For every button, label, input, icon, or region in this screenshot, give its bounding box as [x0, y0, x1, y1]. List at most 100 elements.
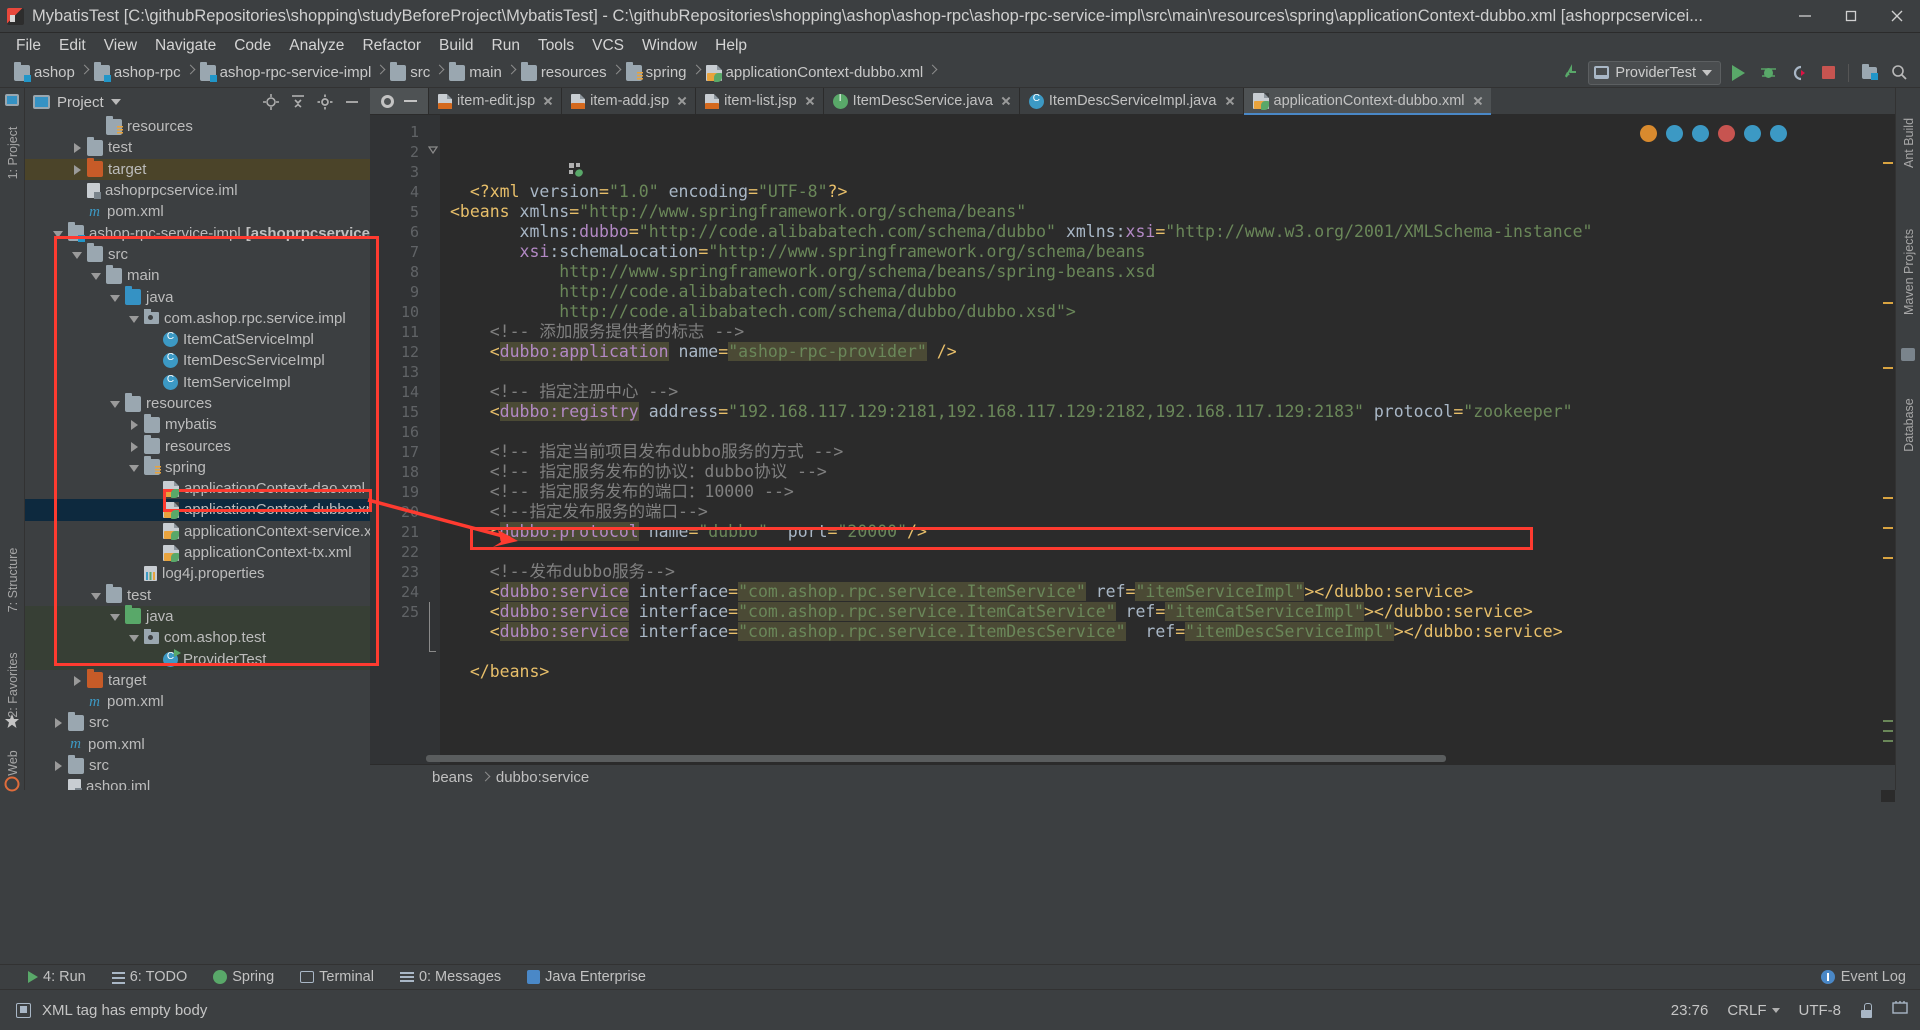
breadcrumb-item-resources[interactable]: resources	[517, 58, 609, 88]
tree-expander-icon[interactable]	[109, 397, 122, 410]
breadcrumb-item-applicationcontext-dubbo-xml[interactable]: applicationContext-dubbo.xml	[702, 58, 926, 88]
tree-expander-icon[interactable]	[52, 759, 65, 772]
bottom-item-terminal[interactable]: Terminal	[300, 969, 374, 985]
close-icon[interactable]	[542, 95, 554, 107]
tree-node[interactable]: ItemCatServiceImpl	[25, 329, 370, 350]
minimize-button[interactable]	[1782, 0, 1828, 33]
code-line[interactable]: <dubbo:service interface="com.ashop.rpc.…	[440, 622, 1895, 642]
close-icon[interactable]	[676, 95, 688, 107]
hint-icon[interactable]	[1692, 125, 1709, 142]
menu-item-navigate[interactable]: Navigate	[146, 35, 225, 57]
sidebar-item-structure[interactable]: 7: Structure	[6, 545, 20, 615]
tree-expander-icon[interactable]	[128, 418, 141, 431]
bottom-item-spring[interactable]: Spring	[213, 969, 274, 985]
tree-node[interactable]: m pom.xml	[25, 201, 370, 222]
maximize-button[interactable]	[1828, 0, 1874, 33]
code-line[interactable]: <!-- 指定当前项目发布dubbo服务的方式 -->	[440, 442, 1895, 462]
code-line[interactable]: <!-- 添加服务提供者的标志 -->	[440, 322, 1895, 342]
tree-node[interactable]: ashoprpcservice.iml	[25, 180, 370, 201]
bottom-item-run[interactable]: 4: Run	[28, 969, 86, 985]
code-line[interactable]	[440, 542, 1895, 562]
code-line[interactable]: xsi:schemaLocation="http://www.springfra…	[440, 242, 1895, 262]
code-line[interactable]: <dubbo:application name="ashop-rpc-provi…	[440, 342, 1895, 362]
tree-node[interactable]: com.ashop.test	[25, 627, 370, 649]
run-configuration-selector[interactable]: ProviderTest	[1588, 60, 1721, 85]
tree-node[interactable]: ashop.iml	[25, 776, 370, 790]
code-line[interactable]: <!-- 指定注册中心 -->	[440, 382, 1895, 402]
caret-position[interactable]: 23:76	[1671, 1002, 1709, 1019]
hide-panel-icon[interactable]	[344, 94, 360, 110]
editor-scrollbar-vertical[interactable]	[1881, 142, 1895, 802]
inspection-marker[interactable]	[1883, 497, 1893, 499]
inspection-marker[interactable]	[1883, 720, 1893, 722]
editor-tab-itemdescserviceimpl-java[interactable]: ItemDescServiceImpl.java	[1018, 88, 1243, 114]
code-line[interactable]: <dubbo:protocol name="dubbo" port="20000…	[440, 522, 1895, 542]
tree-expander-icon[interactable]	[128, 312, 141, 325]
menu-item-tools[interactable]: Tools	[529, 35, 583, 57]
tree-node[interactable]: java	[25, 605, 370, 628]
breadcrumb-item-src[interactable]: src	[386, 58, 432, 88]
spring-bean-gutter-icon[interactable]	[470, 142, 584, 177]
lock-icon[interactable]	[1860, 1002, 1873, 1018]
bottom-item-messages[interactable]: 0: Messages	[399, 969, 501, 985]
tree-node[interactable]: test	[25, 136, 370, 158]
editor-tab-itemdescservice-java[interactable]: ItemDescService.java	[822, 88, 1019, 114]
bottom-item-todo[interactable]: 6: TODO	[111, 969, 187, 985]
tree-node[interactable]: log4j.properties	[25, 563, 370, 584]
sidebar-item-ant-build[interactable]: Ant Build	[1902, 108, 1916, 178]
project-structure-button[interactable]	[1856, 60, 1882, 86]
code-line[interactable]: <!-- 指定服务发布的端口：10000 -->	[440, 482, 1895, 502]
tree-node[interactable]: ProviderTest	[25, 648, 370, 670]
code-line[interactable]: <dubbo:service interface="com.ashop.rpc.…	[440, 602, 1895, 622]
inspection-marker[interactable]	[1883, 730, 1893, 732]
tree-node[interactable]: ItemServiceImpl	[25, 372, 370, 393]
menu-item-code[interactable]: Code	[225, 35, 280, 57]
sidebar-item-favorites[interactable]: 2: Favorites	[6, 650, 20, 720]
inspection-marker[interactable]	[1883, 302, 1893, 304]
inspection-marker[interactable]	[1883, 162, 1893, 164]
editor-tab-item-add-jsp[interactable]: item-add.jsp	[561, 88, 696, 114]
code-line[interactable]	[440, 362, 1895, 382]
tree-node[interactable]: main	[25, 264, 370, 286]
menu-item-window[interactable]: Window	[633, 35, 706, 57]
stop-button[interactable]	[1815, 60, 1841, 86]
tree-expander-icon[interactable]	[128, 440, 141, 453]
breadcrumb-item-dubbo-service[interactable]: dubbo:service	[496, 769, 589, 786]
editor-tab-item-edit-jsp[interactable]: item-edit.jsp	[428, 88, 562, 114]
search-icon[interactable]	[1886, 60, 1912, 86]
tree-expander-icon[interactable]	[71, 248, 84, 261]
inspection-marker[interactable]	[1883, 740, 1893, 742]
tree-node[interactable]: mybatis	[25, 413, 370, 435]
menu-item-refactor[interactable]: Refactor	[353, 35, 430, 57]
tree-node[interactable]: m pom.xml	[25, 734, 370, 755]
tree-node[interactable]: src	[25, 711, 370, 733]
tree-node[interactable]: ashop-rpc-service-impl[ashoprpcserviceim…	[25, 222, 370, 243]
gear-icon[interactable]	[381, 94, 394, 108]
breadcrumb-item-ashop-rpc-service-impl[interactable]: ashop-rpc-service-impl	[196, 58, 374, 88]
tree-node[interactable]: applicationContext-tx.xml	[25, 542, 370, 563]
tree-expander-icon[interactable]	[109, 610, 122, 623]
tree-node[interactable]: resources	[25, 435, 370, 456]
code-line[interactable]: <dubbo:registry address="192.168.117.129…	[440, 402, 1895, 422]
run-button[interactable]	[1725, 60, 1751, 86]
code-line[interactable]: http://code.alibabatech.com/schema/dubbo…	[440, 302, 1895, 322]
tree-node[interactable]: resources	[25, 392, 370, 414]
fold-marker-beans-icon[interactable]	[427, 142, 439, 155]
menu-item-analyze[interactable]: Analyze	[280, 35, 353, 57]
sidebar-item-database[interactable]: Database	[1902, 390, 1916, 460]
menu-item-edit[interactable]: Edit	[50, 35, 95, 57]
run-coverage-button[interactable]	[1785, 60, 1811, 86]
inspection-marker[interactable]	[1883, 557, 1893, 559]
gear-icon[interactable]	[317, 94, 333, 110]
hint-icon[interactable]	[1770, 125, 1787, 142]
sidebar-item-project[interactable]: 1: Project	[6, 118, 20, 188]
source-code[interactable]: <?xml version="1.0" encoding="UTF-8"?> <b…	[440, 115, 1895, 790]
breadcrumb-item-spring[interactable]: spring	[622, 58, 689, 88]
tree-expander-icon[interactable]	[128, 461, 141, 474]
breadcrumb-item-ashop[interactable]: ashop	[10, 58, 77, 88]
code-line[interactable]	[440, 422, 1895, 442]
close-icon[interactable]	[1000, 95, 1012, 107]
editor-scrollbar-horizontal[interactable]	[426, 753, 1881, 764]
close-icon[interactable]	[1224, 95, 1236, 107]
event-log-button[interactable]: Event Log	[1820, 969, 1920, 985]
